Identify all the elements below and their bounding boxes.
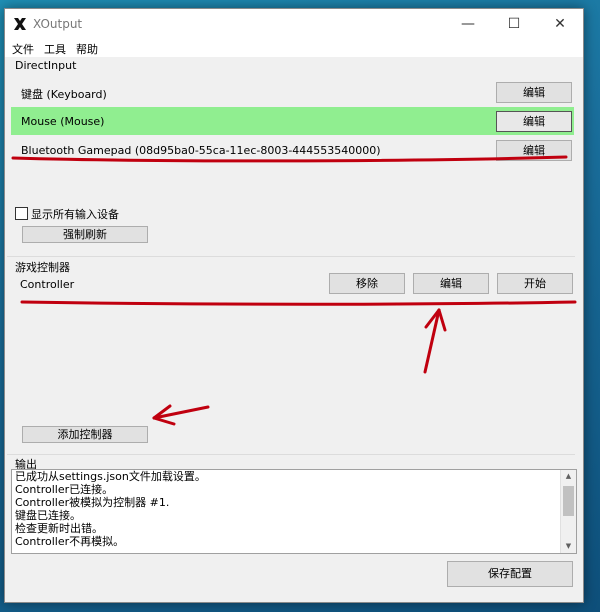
xoutput-logo-icon — [13, 17, 27, 31]
menu-bar: 文件 工具 帮助 — [5, 39, 583, 57]
log-line: Controller被模拟为控制器 #1. — [15, 496, 170, 509]
show-all-devices-label: 显示所有输入设备 — [31, 208, 119, 221]
scroll-thumb[interactable] — [563, 486, 574, 516]
close-icon[interactable]: ✕ — [537, 9, 583, 39]
output-log[interactable]: 已成功从settings.json文件加载设置。 Controller已连接。 … — [11, 469, 577, 554]
log-line: Controller已连接。 — [15, 483, 114, 496]
directinput-group: DirectInput 键盘 (Keyboard) 编辑 Mouse (Mous… — [7, 58, 575, 257]
xoutput-window: XOutput — ☐ ✕ 文件 工具 帮助 DirectInput 键盘 (K… — [4, 8, 584, 603]
controllers-label: 游戏控制器 — [15, 261, 70, 274]
menu-file[interactable]: 文件 — [12, 41, 34, 57]
device-name: Mouse (Mouse) — [21, 115, 105, 128]
device-row-mouse[interactable]: Mouse (Mouse) 编辑 — [11, 107, 574, 135]
remove-controller-button[interactable]: 移除 — [329, 273, 405, 294]
controller-name: Controller — [20, 278, 75, 291]
edit-gamepad-button[interactable]: 编辑 — [496, 140, 572, 161]
log-line: 检查更新时出错。 — [15, 522, 103, 535]
device-row-keyboard[interactable]: 键盘 (Keyboard) 编辑 — [11, 78, 574, 106]
force-refresh-button[interactable]: 强制刷新 — [22, 226, 148, 243]
log-line: Controller不再模拟。 — [15, 535, 125, 548]
maximize-icon[interactable]: ☐ — [491, 9, 537, 39]
directinput-label: DirectInput — [15, 59, 77, 72]
controllers-group: 游戏控制器 Controller 移除 编辑 开始 添加控制器 — [7, 258, 575, 455]
edit-keyboard-button[interactable]: 编辑 — [496, 82, 572, 103]
scroll-down-icon[interactable]: ▼ — [561, 540, 576, 553]
edit-controller-button[interactable]: 编辑 — [413, 273, 489, 294]
save-config-button[interactable]: 保存配置 — [447, 561, 573, 587]
log-line: 已成功从settings.json文件加载设置。 — [15, 470, 206, 483]
device-row-gamepad[interactable]: Bluetooth Gamepad (08d95ba0-55ca-11ec-80… — [11, 136, 574, 164]
edit-mouse-button[interactable]: 编辑 — [496, 111, 572, 132]
output-scrollbar[interactable]: ▲ ▼ — [560, 470, 576, 553]
window-title: XOutput — [33, 17, 83, 31]
log-line: 键盘已连接。 — [15, 509, 81, 522]
minimize-icon[interactable]: — — [445, 9, 491, 39]
add-controller-button[interactable]: 添加控制器 — [22, 426, 148, 443]
menu-help[interactable]: 帮助 — [76, 41, 98, 57]
start-controller-button[interactable]: 开始 — [497, 273, 573, 294]
title-bar[interactable]: XOutput — ☐ ✕ — [5, 9, 583, 39]
device-name: 键盘 (Keyboard) — [21, 88, 107, 101]
device-name: Bluetooth Gamepad (08d95ba0-55ca-11ec-80… — [21, 144, 381, 157]
menu-tools[interactable]: 工具 — [44, 41, 66, 57]
show-all-devices-checkbox[interactable] — [15, 207, 28, 220]
scroll-up-icon[interactable]: ▲ — [561, 470, 576, 483]
